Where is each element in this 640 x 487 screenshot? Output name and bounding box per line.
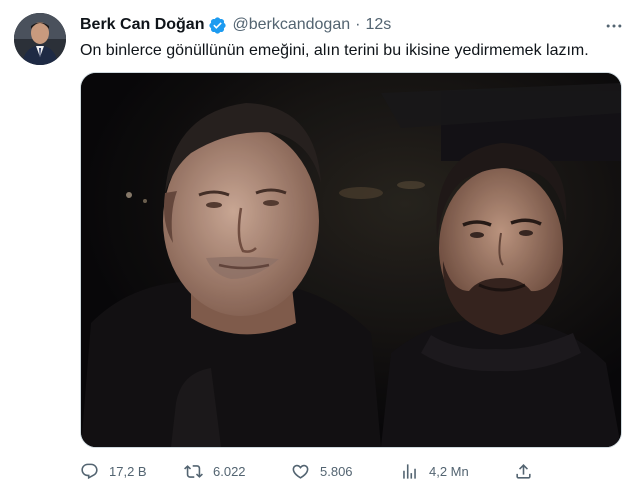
separator: ·	[355, 16, 361, 33]
verified-badge-icon[interactable]	[208, 16, 227, 35]
reply-icon	[81, 463, 98, 479]
views-count: 4,2 Mn	[429, 463, 469, 479]
avatar-image	[14, 13, 66, 65]
retweet-button[interactable]: 6.022	[184, 462, 246, 481]
handle[interactable]: @berkcandogan	[232, 14, 350, 36]
views-bar-chart-icon	[403, 463, 416, 479]
like-count: 5.806	[320, 463, 353, 479]
reply-count: 17,2 B	[109, 463, 147, 479]
reply-button[interactable]: 17,2 B	[80, 462, 147, 481]
photo-image	[81, 73, 621, 447]
like-button[interactable]: 5.806	[291, 462, 353, 481]
tweet-actions: 17,2 B 6.022 5.806 4,2 Mn	[76, 455, 580, 487]
tweet[interactable]: Berk Can Doğan @berkcandogan · 12s On bi…	[0, 0, 640, 487]
retweet-icon	[184, 464, 203, 478]
tweet-photo[interactable]	[80, 72, 622, 448]
tweet-header: Berk Can Doğan @berkcandogan · 12s	[80, 14, 600, 36]
views-button[interactable]: 4,2 Mn	[400, 462, 469, 481]
timestamp[interactable]: 12s	[365, 14, 391, 36]
display-name[interactable]: Berk Can Doğan	[80, 14, 204, 36]
retweet-count: 6.022	[213, 463, 246, 479]
share-icon	[516, 463, 531, 479]
share-button[interactable]	[514, 462, 533, 481]
more-options-icon[interactable]	[602, 14, 626, 38]
tweet-text: On binlerce gönüllünün emeğini, alın ter…	[80, 42, 589, 59]
heart-icon	[292, 464, 309, 479]
avatar[interactable]	[14, 13, 66, 65]
